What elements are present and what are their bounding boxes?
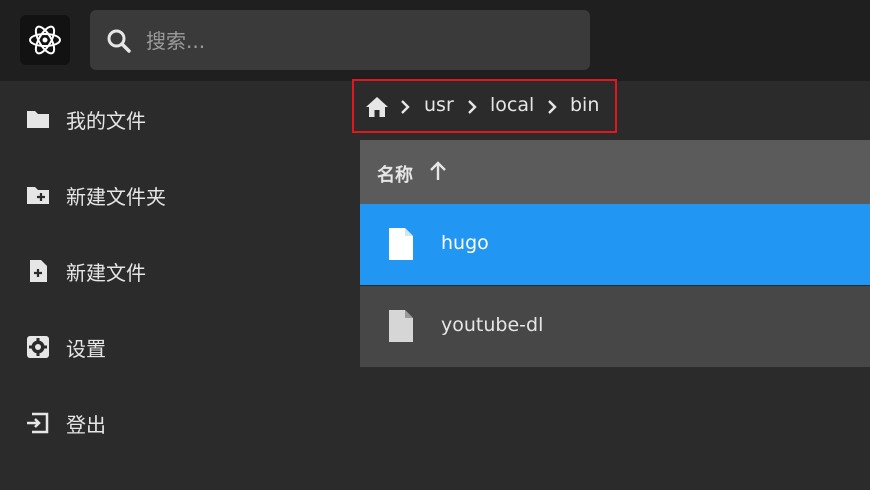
breadcrumb: usr local bin [352, 79, 617, 133]
breadcrumb-item-usr[interactable]: usr [424, 94, 454, 116]
arrow-up-icon[interactable] [427, 160, 449, 182]
file-row-hugo[interactable]: hugo [360, 204, 870, 285]
logout-icon [27, 412, 49, 434]
file-icon [389, 310, 413, 342]
sidebar-item-settings[interactable]: 设置 [0, 309, 330, 385]
atom-logo-icon[interactable] [20, 15, 70, 65]
column-name-header[interactable]: 名称 [377, 161, 413, 187]
chevron-right-icon [548, 100, 557, 114]
sidebar-item-my-files[interactable]: 我的文件 [0, 81, 330, 157]
app: 我的文件 新建文件夹 新建文件 [0, 0, 870, 490]
search-input[interactable] [144, 20, 568, 62]
list-header: 名称 [360, 140, 870, 204]
file-name: youtube-dl [441, 314, 544, 336]
sidebar-item-label: 我的文件 [66, 108, 146, 133]
chevron-right-icon [401, 100, 410, 114]
settings-icon [27, 336, 49, 358]
breadcrumb-item-bin[interactable]: bin [570, 94, 599, 116]
sidebar-item-logout[interactable]: 登出 [0, 385, 330, 461]
sidebar-item-label: 设置 [66, 336, 106, 361]
sidebar-item-new-file[interactable]: 新建文件 [0, 233, 330, 309]
chevron-right-icon [468, 100, 477, 114]
sidebar-item-label: 登出 [66, 412, 106, 437]
top-bar [0, 0, 870, 81]
sidebar: 我的文件 新建文件夹 新建文件 设置 登出 [0, 81, 350, 490]
breadcrumb-item-local[interactable]: local [490, 94, 534, 116]
search-box[interactable] [90, 10, 590, 70]
folder-icon [27, 111, 49, 128]
sidebar-item-label: 新建文件 [66, 260, 146, 285]
new-file-icon [30, 260, 47, 282]
file-name: hugo [441, 232, 489, 254]
file-icon [389, 228, 413, 260]
new-folder-icon [27, 187, 49, 204]
file-row-youtube-dl[interactable]: youtube-dl [360, 286, 870, 367]
home-icon[interactable] [364, 95, 390, 119]
search-icon [107, 29, 131, 53]
sidebar-item-new-folder[interactable]: 新建文件夹 [0, 157, 330, 233]
sidebar-item-label: 新建文件夹 [66, 184, 166, 209]
